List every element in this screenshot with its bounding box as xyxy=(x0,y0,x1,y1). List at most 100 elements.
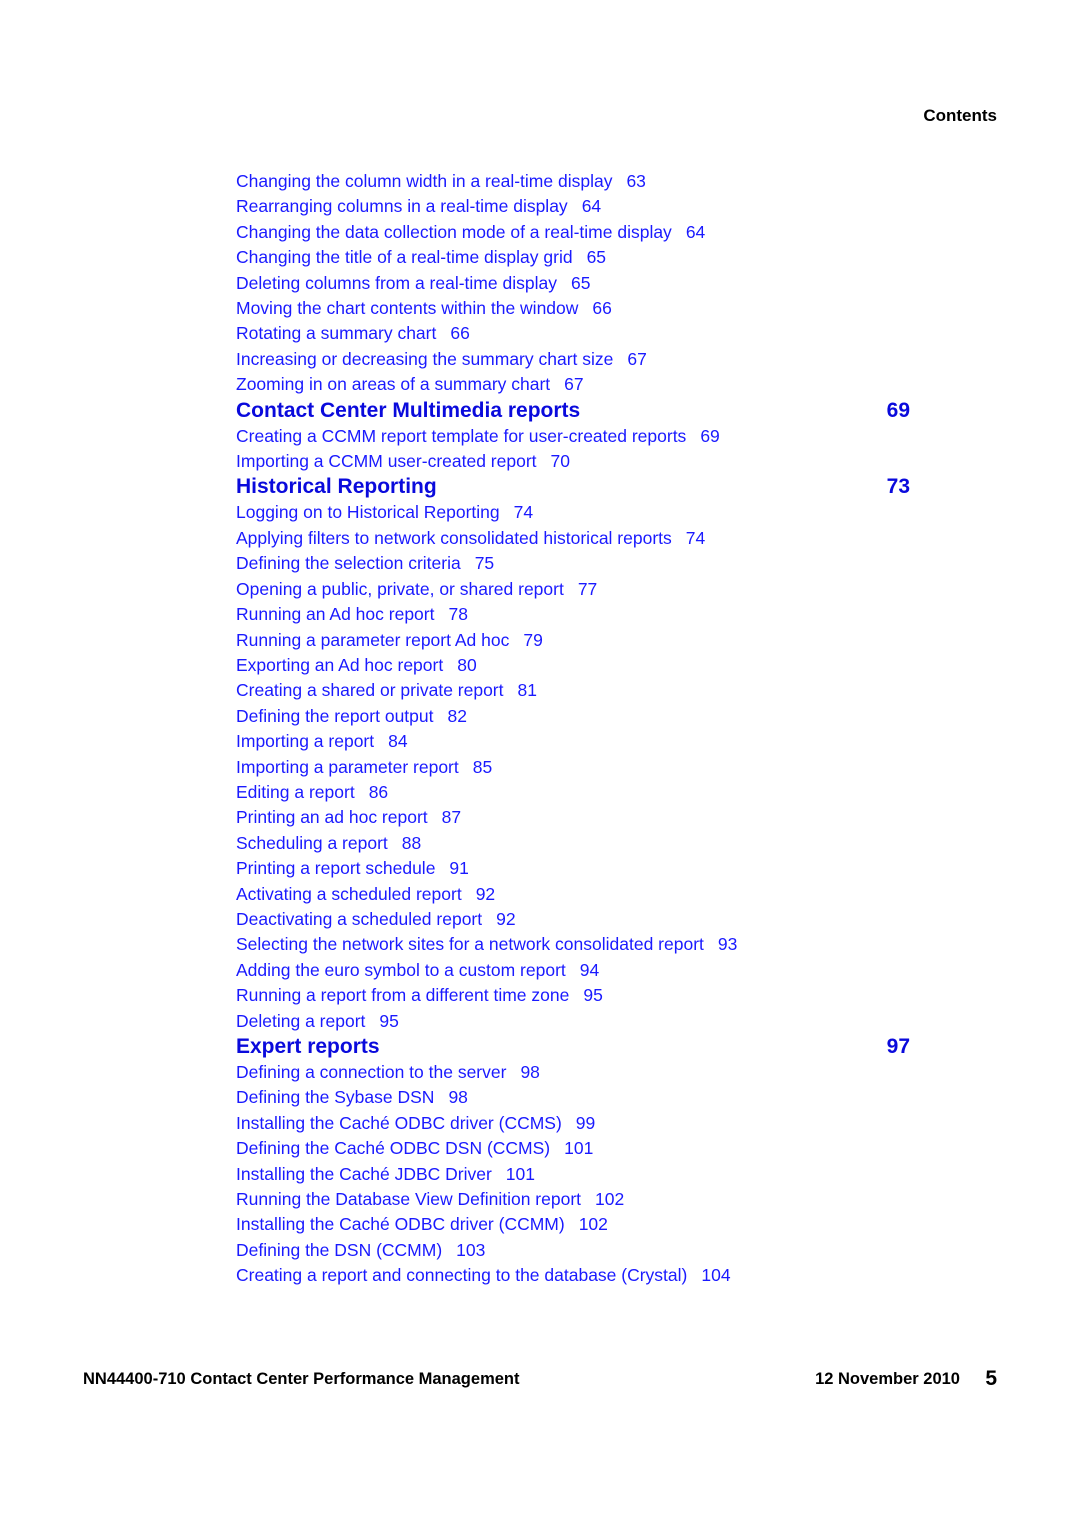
toc-entry-page: 70 xyxy=(550,451,570,472)
toc-entry-title: Creating a shared or private report xyxy=(236,680,504,701)
toc-entry-title: Installing the Caché JDBC Driver xyxy=(236,1163,492,1184)
toc-entry-page: 81 xyxy=(517,680,537,701)
toc-entry-link[interactable]: Running the Database View Definition rep… xyxy=(236,1187,910,1212)
toc-entry-link[interactable]: Creating a shared or private report 81 xyxy=(236,678,910,703)
toc-entry-link[interactable]: Defining the DSN (CCMM) 103 xyxy=(236,1238,910,1263)
toc-entry-title: Running a report from a different time z… xyxy=(236,985,570,1006)
toc-entry-link[interactable]: Zooming in on areas of a summary chart 67 xyxy=(236,372,910,397)
toc-entry-title: Printing an ad hoc report xyxy=(236,807,428,828)
toc-entry-page: 69 xyxy=(700,425,720,446)
toc-entry-link[interactable]: Adding the euro symbol to a custom repor… xyxy=(236,958,910,983)
toc-entry-page: 64 xyxy=(581,196,602,217)
toc-entry-title: Installing the Caché ODBC driver (CCMS) xyxy=(236,1112,562,1133)
toc-entry-page: 99 xyxy=(575,1112,596,1133)
toc-entry-link[interactable]: Importing a report 84 xyxy=(236,729,910,754)
toc-entry-link[interactable]: Deactivating a scheduled report 92 xyxy=(236,907,910,932)
table-of-contents: Changing the column width in a real-time… xyxy=(236,169,910,1289)
toc-entry-title: Applying filters to network consolidated… xyxy=(236,527,672,548)
toc-entry-page: 67 xyxy=(564,374,584,395)
toc-section-title: Historical Reporting xyxy=(236,475,437,499)
toc-entry-link[interactable]: Exporting an Ad hoc report 80 xyxy=(236,653,910,678)
toc-entry-link[interactable]: Printing an ad hoc report 87 xyxy=(236,805,910,830)
toc-entry-page: 67 xyxy=(627,348,647,369)
toc-entry-link[interactable]: Creating a report and connecting to the … xyxy=(236,1263,910,1288)
toc-entry-page: 101 xyxy=(564,1138,594,1159)
toc-entry-page: 75 xyxy=(474,553,495,574)
toc-entry-title: Installing the Caché ODBC driver (CCMM) xyxy=(236,1214,565,1235)
toc-entry-page: 84 xyxy=(388,731,408,752)
toc-entry-link[interactable]: Running an Ad hoc report 78 xyxy=(236,602,910,627)
toc-entry-title: Running a parameter report Ad hoc xyxy=(236,629,510,650)
toc-entry-link[interactable]: Changing the column width in a real-time… xyxy=(236,169,910,194)
toc-entry-link[interactable]: Rotating a summary chart 66 xyxy=(236,321,910,346)
footer-page-number: 5 xyxy=(985,1367,997,1390)
toc-entry-page: 92 xyxy=(496,908,516,929)
toc-entry-page: 80 xyxy=(457,654,477,675)
toc-entry-page: 91 xyxy=(449,858,469,879)
toc-section-page: 69 xyxy=(886,398,910,422)
toc-entry-page: 82 xyxy=(447,705,467,726)
toc-entry-link[interactable]: Editing a report 86 xyxy=(236,780,910,805)
toc-entry-link[interactable]: Defining the Caché ODBC DSN (CCMS) 101 xyxy=(236,1136,910,1161)
toc-entry-page: 66 xyxy=(592,298,612,319)
toc-section-heading[interactable]: Historical Reporting 73 xyxy=(236,474,910,500)
toc-entry-page: 77 xyxy=(577,578,598,599)
toc-entry-link[interactable]: Selecting the network sites for a networ… xyxy=(236,932,910,957)
toc-entry-link[interactable]: Moving the chart contents within the win… xyxy=(236,296,910,321)
toc-section-page: 73 xyxy=(886,475,910,499)
toc-entry-title: Opening a public, private, or shared rep… xyxy=(236,578,564,599)
toc-entry-page: 86 xyxy=(368,781,389,802)
toc-entry-page: 65 xyxy=(570,272,591,293)
toc-entry-link[interactable]: Installing the Caché ODBC driver (CCMM) 1… xyxy=(236,1212,910,1237)
footer-date: 12 November 2010 xyxy=(815,1370,960,1388)
toc-entry-link[interactable]: Running a parameter report Ad hoc 79 xyxy=(236,628,910,653)
toc-entry-page: 85 xyxy=(472,756,493,777)
toc-entry-title: Moving the chart contents within the win… xyxy=(236,298,579,319)
toc-entry-link[interactable]: Activating a scheduled report 92 xyxy=(236,882,910,907)
toc-entry-title: Exporting an Ad hoc report xyxy=(236,654,444,675)
toc-entry-link[interactable]: Running a report from a different time z… xyxy=(236,983,910,1008)
toc-entry-title: Running an Ad hoc report xyxy=(236,604,435,625)
toc-entry-title: Rotating a summary chart xyxy=(236,323,437,344)
toc-section-heading[interactable]: Expert reports 97 xyxy=(236,1034,910,1060)
toc-entry-page: 63 xyxy=(626,171,646,191)
toc-entry-link[interactable]: Opening a public, private, or shared rep… xyxy=(236,577,910,602)
toc-entry-page: 98 xyxy=(448,1087,468,1108)
toc-entry-link[interactable]: Defining the report output 82 xyxy=(236,704,910,729)
toc-entry-link[interactable]: Deleting columns from a real-time displa… xyxy=(236,271,910,296)
toc-entry-link[interactable]: Defining the selection criteria 75 xyxy=(236,551,910,576)
toc-section-heading[interactable]: Contact Center Multimedia reports 69 xyxy=(236,398,910,424)
toc-entry-link[interactable]: Logging on to Historical Reporting 74 xyxy=(236,500,910,525)
toc-entry-page: 74 xyxy=(513,502,534,523)
toc-entry-link[interactable]: Scheduling a report 88 xyxy=(236,831,910,856)
toc-entry-page: 94 xyxy=(579,959,600,980)
toc-entry-title: Changing the title of a real-time displa… xyxy=(236,247,573,268)
toc-entry-link[interactable]: Installing the Caché ODBC driver (CCMS) 9… xyxy=(236,1111,910,1136)
toc-entry-link[interactable]: Changing the title of a real-time displa… xyxy=(236,245,910,270)
toc-entry-title: Defining the Caché ODBC DSN (CCMS) xyxy=(236,1138,551,1159)
toc-entry-title: Defining the Sybase DSN xyxy=(236,1087,435,1108)
toc-entry-page: 98 xyxy=(520,1062,540,1082)
toc-entry-title: Creating a report and connecting to the … xyxy=(236,1265,688,1286)
toc-entry-title: Defining the report output xyxy=(236,705,434,726)
toc-entry-title: Defining a connection to the server xyxy=(236,1062,507,1082)
toc-entry-title: Defining the DSN (CCMM) xyxy=(236,1239,443,1260)
toc-section-title: Contact Center Multimedia reports xyxy=(236,398,581,422)
toc-entry-link[interactable]: Defining a connection to the server 98 xyxy=(236,1060,910,1085)
toc-entry-link[interactable]: Increasing or decreasing the summary cha… xyxy=(236,347,910,372)
toc-entry-title: Importing a parameter report xyxy=(236,756,459,777)
toc-entry-link[interactable]: Applying filters to network consolidated… xyxy=(236,526,910,551)
toc-entry-link[interactable]: Creating a CCMM report template for user… xyxy=(236,424,910,449)
toc-entry-link[interactable]: Printing a report schedule 91 xyxy=(236,856,910,881)
toc-entry-title: Increasing or decreasing the summary cha… xyxy=(236,348,614,369)
toc-entry-link[interactable]: Importing a parameter report 85 xyxy=(236,755,910,780)
toc-entry-link[interactable]: Defining the Sybase DSN 98 xyxy=(236,1085,910,1110)
toc-entry-link[interactable]: Installing the Caché JDBC Driver 101 xyxy=(236,1162,910,1187)
toc-entry-page: 95 xyxy=(379,1010,399,1031)
toc-entry-title: Changing the column width in a real-time… xyxy=(236,171,613,191)
toc-entry-link[interactable]: Deleting a report 95 xyxy=(236,1009,910,1034)
toc-entry-title: Importing a CCMM user-created report xyxy=(236,451,537,472)
toc-entry-link[interactable]: Changing the data collection mode of a r… xyxy=(236,220,910,245)
toc-entry-link[interactable]: Rearranging columns in a real-time displ… xyxy=(236,194,910,219)
toc-entry-link[interactable]: Importing a CCMM user-created report 70 xyxy=(236,449,910,474)
